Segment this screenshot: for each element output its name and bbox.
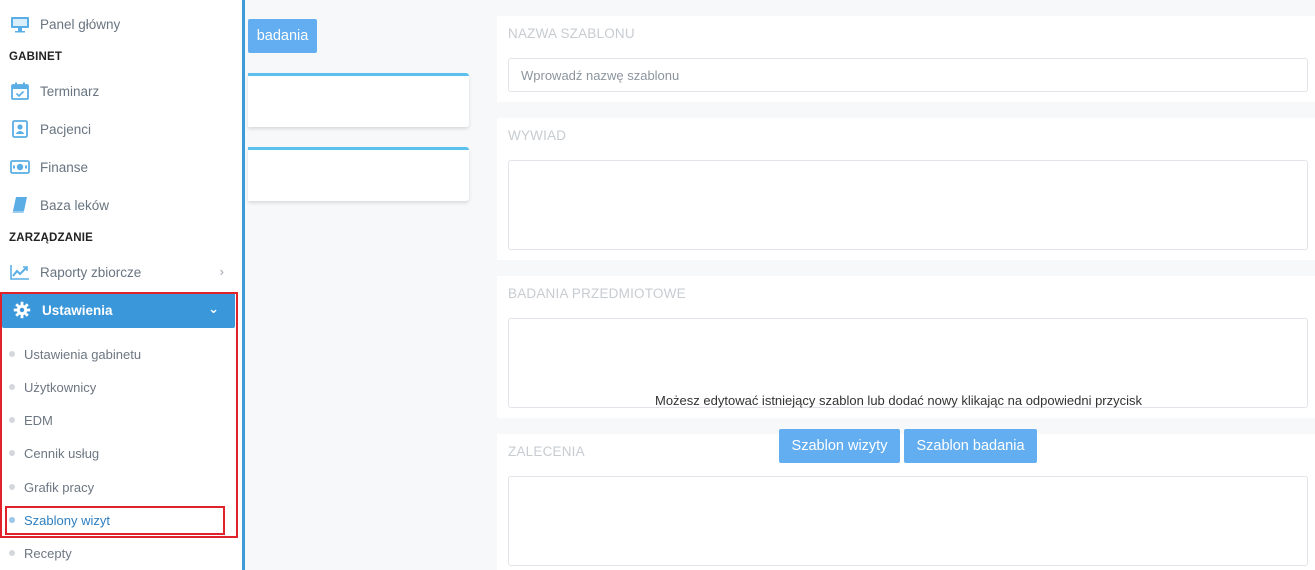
sidebar-item-label: Pacjenci	[40, 121, 92, 137]
sidebar-item-terminarz[interactable]: Terminarz	[0, 73, 240, 109]
bullet-icon	[9, 450, 15, 456]
chevron-down-icon: ⌄	[208, 301, 219, 316]
submenu-item-label: EDM	[24, 412, 53, 428]
sidebar-item-ustawienia[interactable]: Ustawienia ⌄	[2, 292, 235, 328]
bullet-icon	[9, 550, 15, 556]
submenu-item-grafik-pracy[interactable]: Grafik pracy	[0, 473, 240, 501]
bullet-icon	[9, 417, 15, 423]
bullet-icon	[9, 384, 15, 390]
interview-textarea[interactable]	[508, 160, 1308, 250]
sidebar-item-label: Finanse	[40, 159, 89, 175]
sidebar-item-label: Baza leków	[40, 197, 110, 213]
sidebar-item-label: Terminarz	[40, 83, 100, 99]
sidebar-item-dashboard[interactable]: Panel główny	[0, 6, 240, 42]
submenu-item-ustawienia-gabinetu[interactable]: Ustawienia gabinetu	[0, 340, 240, 368]
submenu-item-label: Użytkownicy	[24, 379, 97, 395]
sidebar-item-label: Raporty zbiorcze	[40, 264, 142, 280]
bullet-icon	[9, 517, 15, 523]
template-name-panel: NAZWA SZABLONU Wprowadź nazwę szablonu	[497, 16, 1315, 102]
submenu-item-szablony-wizyt[interactable]: Szablony wizyt	[0, 506, 240, 534]
empty-state-message: Możesz edytować istniejący szablon lub d…	[655, 393, 1143, 408]
physical-exam-label: BADANIA PRZEDMIOTOWE	[508, 286, 686, 301]
section-heading-zarzadzanie: ZARZĄDZANIE	[9, 232, 93, 244]
submenu-item-label: Szablony wizyt	[24, 512, 110, 528]
sidebar-item-baza-lekow[interactable]: Baza leków	[0, 187, 240, 223]
gear-icon	[12, 300, 32, 320]
template-list-card[interactable]	[248, 147, 469, 201]
template-list-card[interactable]	[248, 73, 469, 127]
submenu-item-label: Cennik usług	[24, 445, 100, 461]
interview-panel: WYWIAD	[497, 118, 1315, 260]
chart-line-icon	[10, 262, 30, 282]
submenu-item-label: Recepty	[24, 545, 72, 561]
monitor-icon	[10, 14, 30, 34]
section-heading-gabinet: GABINET	[9, 51, 63, 63]
sidebar-item-pacjenci[interactable]: Pacjenci	[0, 111, 240, 147]
exam-template-tab-button[interactable]: badania	[248, 19, 317, 53]
sidebar-item-label: Panel główny	[40, 16, 121, 32]
recommendations-textarea[interactable]	[508, 476, 1308, 566]
exam-template-button[interactable]: Szablon badania	[904, 429, 1037, 463]
submenu-item-edm[interactable]: EDM	[0, 406, 240, 434]
submenu-item-recepty[interactable]: Recepty	[0, 539, 240, 567]
sidebar-item-finanse[interactable]: Finanse	[0, 149, 240, 185]
chevron-right-icon: ›	[219, 264, 224, 279]
bullet-icon	[9, 351, 15, 357]
submenu-item-label: Ustawienia gabinetu	[24, 346, 142, 362]
calendar-icon	[10, 81, 30, 101]
sidebar-item-label: Ustawienia	[42, 302, 113, 318]
money-icon	[10, 157, 30, 177]
patient-icon	[10, 119, 30, 139]
submenu-item-label: Grafik pracy	[24, 479, 95, 495]
sidebar: Panel główny GABINET Terminarz Pacjenci …	[0, 0, 245, 570]
sidebar-item-raporty[interactable]: Raporty zbiorcze ›	[0, 254, 240, 290]
bullet-icon	[9, 484, 15, 490]
interview-label: WYWIAD	[508, 128, 567, 143]
book-icon	[10, 195, 30, 215]
visit-template-button[interactable]: Szablon wizyty	[779, 429, 900, 463]
template-name-input[interactable]: Wprowadź nazwę szablonu	[508, 58, 1308, 92]
submenu-item-cennik-uslug[interactable]: Cennik usług	[0, 439, 240, 467]
template-name-label: NAZWA SZABLONU	[508, 26, 635, 41]
submenu-item-uzytkownicy[interactable]: Użytkownicy	[0, 373, 240, 401]
recommendations-label: ZALECENIA	[508, 444, 585, 459]
